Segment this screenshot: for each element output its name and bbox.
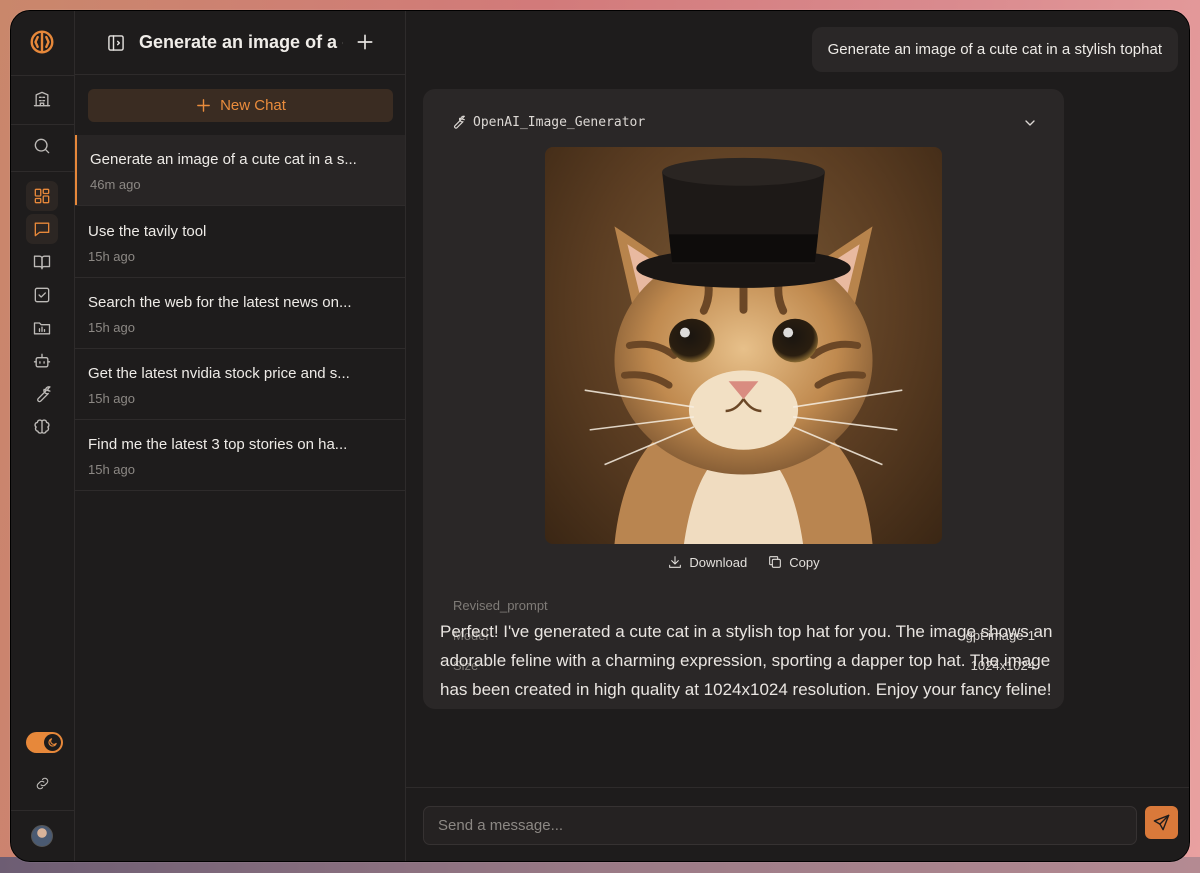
chat-item-time: 46m ago (90, 177, 141, 192)
chat-item-time: 15h ago (88, 249, 135, 264)
tool-result-card: OpenAI_Image_Generator Download Copy Rev… (423, 89, 1064, 709)
chat-item-time: 15h ago (88, 391, 135, 406)
copy-icon (769, 556, 782, 568)
sidebar-toggle-icon[interactable] (106, 33, 126, 53)
user-message: Generate an image of a cute cat in a sty… (811, 27, 1178, 72)
download-label: Download (689, 554, 748, 570)
plus-icon (197, 99, 210, 112)
chat-list-item[interactable]: Generate an image of a cute cat in a s..… (75, 135, 405, 206)
wrench-icon (454, 115, 465, 129)
dashboard-icon[interactable] (26, 181, 58, 211)
composer-bar: Send a message... (406, 787, 1189, 861)
logo-icon[interactable] (26, 27, 58, 57)
search-icon[interactable] (26, 131, 58, 161)
chat-item-title: Use the tavily tool (88, 223, 207, 240)
new-chat-label: New Chat (220, 97, 286, 114)
chat-icon[interactable] (26, 214, 58, 244)
chat-list-item[interactable]: Search the web for the latest news on...… (75, 278, 405, 349)
user-avatar[interactable] (31, 825, 53, 847)
message-input[interactable]: Send a message... (423, 806, 1137, 845)
plus-icon[interactable] (355, 32, 375, 52)
chat-item-time: 15h ago (88, 320, 135, 335)
copy-label: Copy (789, 554, 820, 570)
chat-item-title: Find me the latest 3 top stories on ha..… (88, 436, 348, 453)
chat-list-header: Generate an image of a cute cat in a sty… (75, 11, 405, 75)
download-icon (669, 556, 682, 568)
app-window: Generate an image of a cute cat in a sty… (10, 10, 1190, 862)
bot-icon[interactable] (26, 346, 58, 376)
link-icon[interactable] (26, 768, 58, 798)
tool-header[interactable]: OpenAI_Image_Generator (450, 114, 645, 130)
wrench-icon[interactable] (26, 379, 58, 409)
folder-chart-icon[interactable] (26, 313, 58, 343)
brain-icon[interactable] (26, 412, 58, 442)
chat-item-title: Generate an image of a cute cat in a s..… (90, 151, 357, 168)
chat-item-time: 15h ago (88, 462, 135, 477)
chat-list-item[interactable]: Get the latest nvidia stock price and s.… (75, 349, 405, 420)
conversation-area: Generate an image of a cute cat in a sty… (406, 11, 1189, 861)
chat-title: Generate an image of a cute cat in a sty… (139, 32, 343, 52)
tool-name: OpenAI_Image_Generator (473, 114, 646, 130)
meta-row: Revised_prompt (453, 598, 1035, 613)
chat-list-item[interactable]: Use the tavily tool 15h ago (75, 207, 405, 278)
moon-icon (44, 734, 61, 751)
send-button[interactable] (1145, 806, 1178, 839)
assistant-message: Perfect! I've generated a cute cat in a … (440, 622, 1053, 699)
book-icon[interactable] (26, 247, 58, 277)
tasks-icon[interactable] (26, 280, 58, 310)
icon-rail (11, 11, 75, 861)
chevron-down-icon[interactable] (1022, 115, 1038, 131)
image-actions: Download Copy (423, 554, 1064, 570)
copy-button[interactable]: Copy (767, 554, 820, 570)
chat-item-title: Search the web for the latest news on... (88, 294, 352, 311)
building-icon[interactable] (26, 84, 58, 114)
meta-key: Revised_prompt (453, 598, 548, 613)
download-button[interactable]: Download (667, 554, 747, 570)
chat-list-panel: Generate an image of a cute cat in a sty… (75, 11, 406, 861)
new-chat-button[interactable]: New Chat (88, 89, 393, 122)
send-icon (1153, 814, 1170, 831)
generated-image (545, 147, 942, 544)
theme-toggle[interactable] (26, 732, 63, 753)
chat-item-title: Get the latest nvidia stock price and s.… (88, 365, 350, 382)
chat-list-item[interactable]: Find me the latest 3 top stories on ha..… (75, 420, 405, 491)
